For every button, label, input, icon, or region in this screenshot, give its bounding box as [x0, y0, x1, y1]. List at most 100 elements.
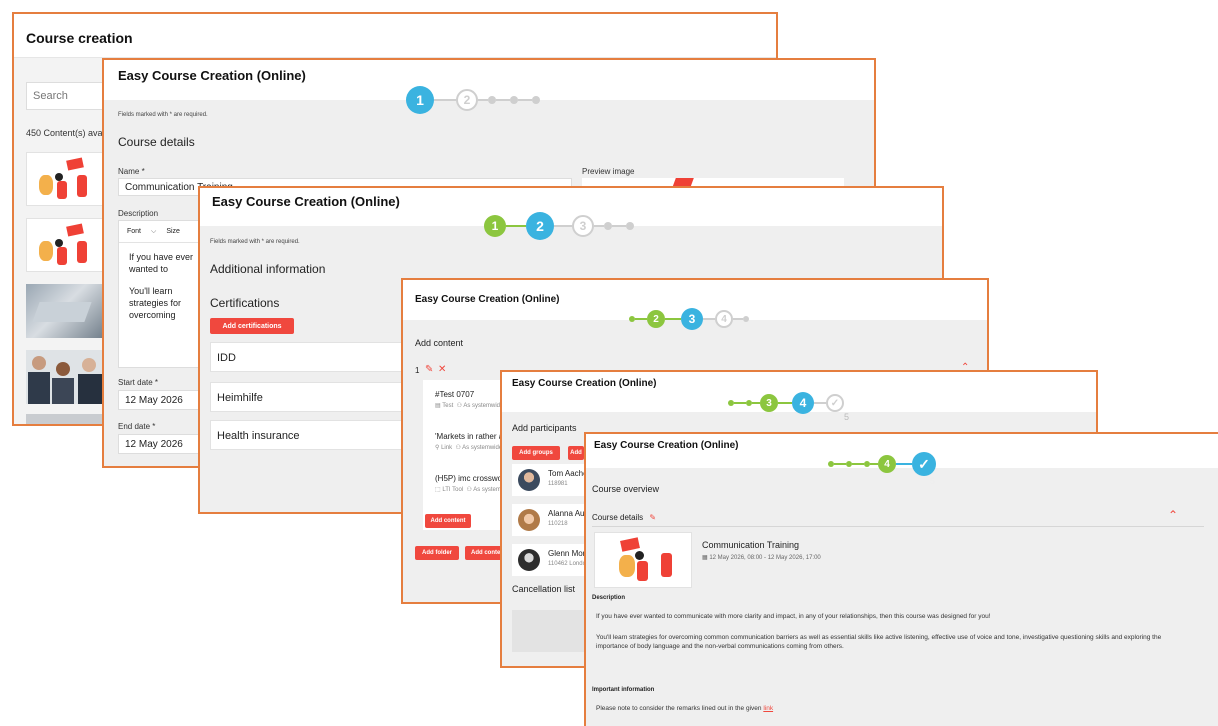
step-dot[interactable] — [626, 222, 634, 230]
link-icon: ⚲ — [435, 445, 440, 451]
edit-icon[interactable]: ✎ — [649, 513, 656, 522]
wizard-title: Easy Course Creation (Online) — [118, 68, 306, 83]
step5-label: 5 — [844, 412, 850, 422]
content-type: Test — [442, 403, 454, 409]
step-indicator[interactable]: 3 — [760, 394, 778, 412]
name-label: Name * — [118, 167, 145, 176]
course-details-toggle[interactable]: Course details ✎ — [592, 513, 656, 522]
participant-id-value: 110462 — [548, 561, 568, 567]
avatar — [518, 549, 540, 571]
search-placeholder: Search — [33, 90, 68, 102]
add-folder-button[interactable]: Add folder — [415, 546, 459, 560]
wizard-title: Easy Course Creation (Online) — [594, 440, 739, 451]
step-indicator[interactable]: 2 — [647, 310, 665, 328]
end-date-label: End date * — [118, 422, 156, 431]
course-date-value: 12 May 2026, 08:00 - 12 May 2026, 17:00 — [709, 555, 821, 561]
add-content-secondary-button[interactable]: Add content — [465, 546, 503, 560]
add-groups-button[interactable]: Add groups — [512, 446, 560, 460]
start-date-input[interactable]: 12 May 2026 — [118, 390, 208, 410]
step-indicator[interactable]: 4 — [792, 392, 814, 414]
step-indicator[interactable]: 2 — [526, 212, 554, 240]
edit-icon[interactable]: ✎ — [425, 364, 433, 375]
participant-item[interactable]: Alanna Austin 110218 — [512, 504, 597, 536]
participant-item[interactable]: Tom Aachen 118981 — [512, 464, 592, 496]
users-icon: ⚇ — [456, 403, 462, 409]
end-date-input[interactable]: 12 May 2026 — [118, 434, 208, 454]
preview-image-label: Preview image — [582, 167, 635, 176]
step-indicator-finish[interactable]: ✓ — [912, 452, 936, 476]
content-thumbnail[interactable] — [26, 350, 106, 404]
section-title: Course overview — [592, 484, 660, 494]
content-item-title: #Test 0707 — [435, 390, 475, 399]
certification-name: IDD — [217, 352, 236, 364]
wizard-title: Easy Course Creation (Online) — [415, 294, 560, 305]
add-secondary-button[interactable]: Add — [568, 446, 584, 460]
content-thumbnail[interactable] — [26, 414, 106, 424]
wizard-title: Easy Course Creation (Online) — [212, 194, 400, 209]
required-note: Fields marked with * are required. — [210, 239, 300, 245]
important-info-text: Please note to consider the remarks line… — [596, 705, 773, 712]
description-paragraph: If you have ever wanted to communicate w… — [596, 613, 991, 620]
chevron-up-icon[interactable]: ⌃ — [1168, 508, 1178, 522]
content-thumbnail[interactable] — [26, 284, 106, 338]
participant-id: 118981 — [548, 481, 568, 487]
chevron-down-icon[interactable]: ⌵ — [151, 228, 156, 236]
content-item-meta: ⚲ Link ⚇ As systemwide — [435, 444, 507, 451]
wizard-stepper: 3 4 ✓ — [728, 392, 844, 414]
required-note: Fields marked with * are required. — [118, 112, 208, 118]
add-certifications-button[interactable]: Add certifications — [210, 318, 294, 334]
cancellation-list — [512, 610, 586, 652]
participant-item[interactable]: Glenn Morgan 110462 London — [512, 544, 599, 576]
test-icon: ▤ — [435, 403, 441, 409]
description-paragraph: You'll learn strategies for overcoming c… — [596, 634, 1162, 650]
section-title: Additional information — [210, 262, 326, 276]
avatar — [518, 469, 540, 491]
content-thumbnail[interactable] — [26, 218, 106, 272]
course-preview-image — [594, 532, 692, 588]
step-indicator[interactable]: 2 — [456, 89, 478, 111]
important-info-heading: Important information — [592, 687, 655, 693]
font-select[interactable]: Font — [127, 228, 141, 235]
wizard-stepper: 1 2 3 — [484, 212, 634, 240]
section-title: Add participants — [512, 423, 577, 433]
step-indicator[interactable]: 4 — [878, 455, 896, 473]
size-select[interactable]: Size — [166, 228, 180, 235]
lti-tool-icon: ⬚ — [435, 487, 441, 493]
users-icon: ⚇ — [455, 445, 461, 451]
wizard-title: Easy Course Creation (Online) — [512, 378, 657, 389]
content-count: 450 Content(s) available — [26, 128, 106, 138]
important-info-body: Please note to consider the remarks line… — [596, 705, 762, 712]
content-item-title: (H5P) imc crossword — [435, 474, 510, 483]
participant-id: 110218 — [548, 521, 568, 527]
check-icon: ✓ — [918, 455, 930, 472]
step-indicator[interactable]: 3 — [572, 215, 594, 237]
content-type: Link — [441, 445, 453, 451]
section-title: Add content — [415, 338, 464, 348]
start-date-label: Start date * — [118, 378, 159, 387]
add-content-button[interactable]: Add content — [425, 514, 471, 528]
certification-item[interactable]: Heimhilfe — [210, 382, 410, 412]
step-dot[interactable] — [488, 96, 496, 104]
close-icon[interactable]: ✕ — [438, 364, 446, 375]
content-thumbnail[interactable] — [26, 152, 106, 206]
avatar — [518, 509, 540, 531]
description-paragraph: If you have ever wanted to communicate w… — [129, 252, 194, 274]
step-indicator-finish[interactable]: ✓ — [826, 394, 844, 412]
content-scope: As systemwide — [462, 445, 503, 451]
step-indicator[interactable]: 3 — [681, 308, 703, 330]
wizard-stepper: 1 2 — [406, 86, 540, 114]
step-dot[interactable] — [743, 316, 749, 322]
important-info-link[interactable]: link — [763, 705, 773, 712]
certification-item[interactable]: Health insurance — [210, 420, 410, 450]
certification-item[interactable]: IDD — [210, 342, 410, 372]
step-indicator[interactable]: 1 — [484, 215, 506, 237]
start-date-value: 12 May 2026 — [125, 394, 183, 406]
end-date-value: 12 May 2026 — [125, 438, 183, 450]
divider — [592, 526, 1204, 527]
step-indicator[interactable]: 1 — [406, 86, 434, 114]
step-indicator[interactable]: 4 — [715, 310, 733, 328]
content-item-meta: ▤ Test ⚇ As systemwide — [435, 402, 507, 409]
step-dot[interactable] — [510, 96, 518, 104]
step-dot[interactable] — [532, 96, 540, 104]
step-dot[interactable] — [604, 222, 612, 230]
